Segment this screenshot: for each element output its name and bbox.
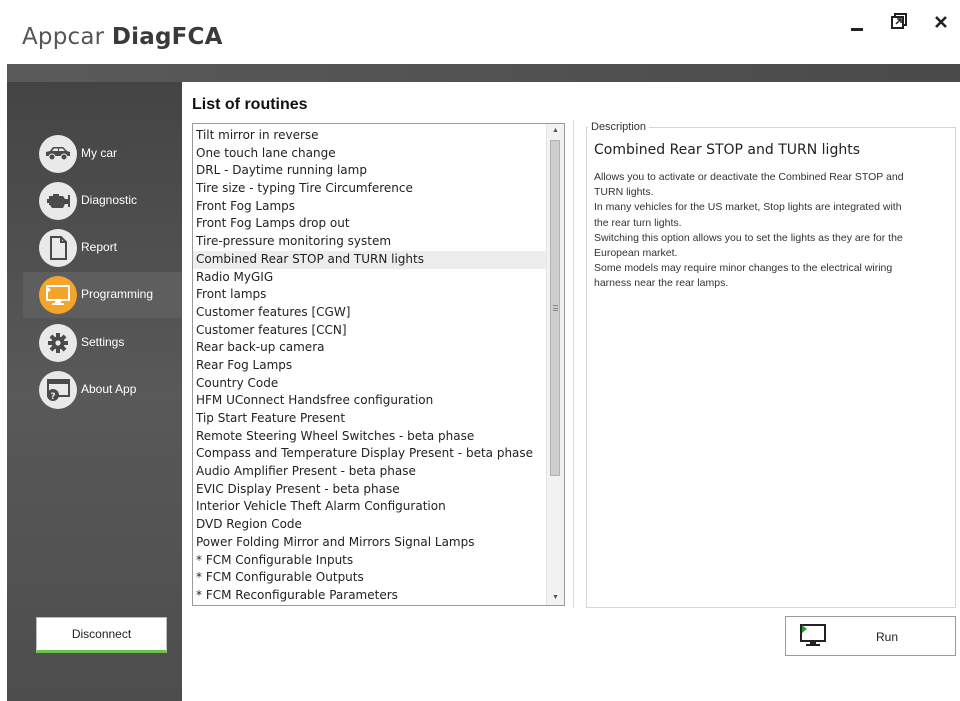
list-scrollbar[interactable]: ▲ ▼ — [546, 124, 564, 605]
list-item[interactable]: DVD Region Code — [193, 516, 548, 534]
panel-splitter[interactable] — [573, 120, 574, 608]
run-button[interactable]: Run — [785, 616, 956, 656]
gear-icon — [39, 324, 77, 362]
sidebar-item-label: My car — [81, 146, 117, 160]
grip-icon — [553, 305, 558, 311]
maximize-button[interactable] — [884, 8, 914, 36]
app-title: Appcar DiagFCA — [22, 24, 223, 50]
list-item[interactable]: DRL - Daytime running lamp — [193, 162, 548, 180]
car-icon — [39, 135, 77, 173]
routines-list[interactable]: Tilt mirror in reverse One touch lane cha… — [192, 123, 565, 606]
description-line: harness near the rear lamps. — [594, 277, 729, 290]
sidebar-item-about-app[interactable]: ? About App — [23, 367, 182, 413]
list-item[interactable]: * FCM Configurable Outputs — [193, 569, 548, 587]
list-item[interactable]: * FCM Reconfigurable Parameters — [193, 587, 548, 605]
sidebar-item-report[interactable]: Report — [23, 225, 182, 271]
list-item[interactable]: HFM UConnect Handsfree configuration — [193, 392, 548, 410]
svg-text:?: ? — [50, 392, 55, 402]
sidebar-item-programming[interactable]: Programming — [23, 272, 182, 318]
sidebar-item-label: About App — [81, 382, 137, 396]
description-line: TURN lights. — [594, 186, 654, 199]
scroll-down-icon[interactable]: ▼ — [547, 591, 564, 605]
list-item[interactable]: Rear back-up camera — [193, 339, 548, 357]
list-item[interactable]: One touch lane change — [193, 145, 548, 163]
app-title-bold: DiagFCA — [111, 24, 223, 50]
list-item[interactable]: Tilt mirror in reverse — [193, 127, 548, 145]
list-item[interactable]: Front Fog Lamps drop out — [193, 215, 548, 233]
title-bar: Appcar DiagFCA — [0, 0, 960, 64]
description-line: the rear turn lights. — [594, 216, 682, 229]
sidebar: My car Diagnostic Report Programming Set… — [7, 82, 182, 701]
sidebar-item-label: Report — [81, 240, 118, 254]
list-item[interactable]: Compass and Temperature Display Present … — [193, 445, 548, 463]
description-text: Allows you to activate or deactivate the… — [594, 170, 949, 292]
run-label: Run — [876, 630, 899, 644]
scroll-up-icon[interactable]: ▲ — [547, 124, 564, 138]
description-line: Allows you to activate or deactivate the… — [594, 171, 904, 183]
list-item[interactable]: Radio MyGIG — [193, 269, 548, 287]
list-item[interactable]: Remote Steering Wheel Switches - beta ph… — [193, 428, 548, 446]
list-item[interactable]: Combined Rear STOP and TURN lights — [193, 250, 548, 269]
list-item[interactable]: * FCM Configurable Inputs — [193, 552, 548, 570]
sidebar-item-label: Programming — [81, 287, 154, 301]
close-button[interactable] — [926, 8, 956, 36]
routines-list-items: Tilt mirror in reverse One touch lane cha… — [193, 127, 548, 605]
list-item[interactable]: Customer features [CCN] — [193, 322, 548, 340]
list-item[interactable]: Rear Fog Lamps — [193, 357, 548, 375]
list-item[interactable]: Power Folding Mirror and Mirrors Signal … — [193, 534, 548, 552]
list-item[interactable]: Front Fog Lamps — [193, 198, 548, 216]
list-item[interactable]: EVIC Display Present - beta phase — [193, 481, 548, 499]
page-title: List of routines — [192, 96, 308, 113]
sidebar-item-label: Settings — [81, 335, 125, 349]
description-legend: Description — [588, 121, 650, 133]
list-item[interactable]: Front lamps — [193, 286, 548, 304]
sidebar-item-my-car[interactable]: My car — [23, 131, 182, 177]
main-panel: List of routines Tilt mirror in reverse O… — [182, 82, 960, 701]
help-window-icon: ? — [39, 371, 77, 409]
engine-icon — [39, 182, 77, 220]
list-item[interactable]: Tire size - typing Tire Circumference — [193, 180, 548, 198]
list-item[interactable]: Customer features [CGW] — [193, 304, 548, 322]
sidebar-item-diagnostic[interactable]: Diagnostic — [23, 178, 182, 224]
close-icon — [935, 16, 947, 28]
restore-icon — [891, 13, 907, 29]
list-item[interactable]: Tire-pressure monitoring system — [193, 233, 548, 251]
sidebar-item-label: Diagnostic — [81, 193, 138, 207]
document-icon — [39, 229, 77, 267]
sidebar-item-settings[interactable]: Settings — [23, 320, 182, 366]
description-line: Some models may require minor changes to… — [594, 262, 893, 275]
monitor-icon — [39, 276, 77, 314]
description-panel: Combined Rear STOP and TURN lights Allow… — [586, 127, 956, 608]
disconnect-button[interactable]: Disconnect — [36, 617, 167, 653]
description-heading: Combined Rear STOP and TURN lights — [594, 142, 860, 158]
monitor-play-icon — [800, 624, 826, 646]
list-item[interactable]: Country Code — [193, 375, 548, 393]
description-line: European market. — [594, 247, 678, 260]
minimize-button[interactable] — [842, 8, 872, 36]
description-line: Switching this option allows you to set … — [594, 231, 903, 244]
list-item[interactable]: Interior Vehicle Theft Alarm Configurati… — [193, 498, 548, 516]
list-item[interactable]: Audio Amplifier Present - beta phase — [193, 463, 548, 481]
app-title-light: Appcar — [22, 24, 112, 50]
scroll-thumb[interactable] — [550, 140, 560, 476]
list-item[interactable]: Tip Start Feature Present — [193, 410, 548, 428]
description-line: In many vehicles for the US market, Stop… — [594, 201, 902, 214]
